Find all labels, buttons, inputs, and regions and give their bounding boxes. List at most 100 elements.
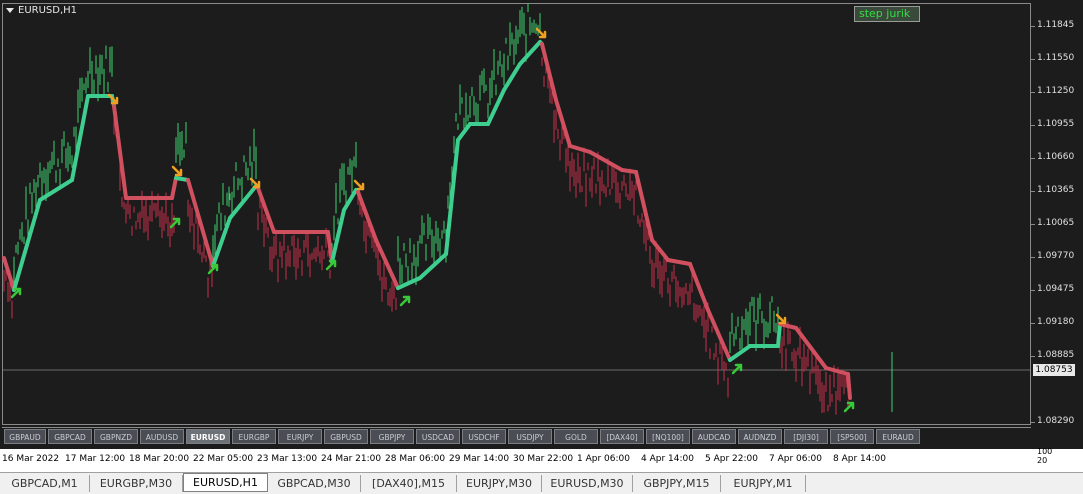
- chart-tab[interactable]: GBPJPY,M15: [633, 475, 721, 492]
- time-axis: 100 20 16 Mar 2022 17 Mar 12:00 18 Mar 20:…: [0, 447, 1083, 469]
- symbol-button-eurusd[interactable]: EURUSD: [186, 429, 230, 444]
- chart-tab[interactable]: EURJPY,M30: [457, 475, 542, 492]
- symbol-button-audcad[interactable]: AUDCAD: [692, 429, 736, 444]
- step-jurik-button[interactable]: step jurik: [854, 6, 920, 22]
- symbol-button-gbpaud[interactable]: GBPAUD: [4, 429, 46, 444]
- time-tick-label: 4 Apr 14:00: [641, 454, 694, 464]
- trend-line-down: [568, 144, 592, 154]
- price-tick-mark: [1031, 125, 1035, 126]
- price-tick-label: 1.09475: [1037, 284, 1075, 294]
- chart-tab[interactable]: [DAX40],M15: [361, 475, 457, 492]
- price-tick-label: 1.10955: [1037, 119, 1075, 129]
- trend-line-down: [846, 372, 852, 400]
- time-tick-label: 29 Mar 14:00: [449, 454, 510, 464]
- trend-line-up: [396, 276, 422, 290]
- time-tick-label: 24 Mar 21:00: [321, 454, 382, 464]
- chart-tab[interactable]: EURUSD,H1: [183, 473, 268, 492]
- chart-tab[interactable]: EURUSD,M30: [542, 475, 633, 492]
- price-bars: [3, 2, 893, 415]
- price-tick-mark: [1031, 158, 1035, 159]
- price-tick-label: 1.10365: [1037, 185, 1075, 195]
- symbol-button-gbpusd[interactable]: GBPUSD: [324, 429, 368, 444]
- buy-arrow-icon: [731, 363, 743, 375]
- symbol-button-gbpjpy[interactable]: GBPJPY: [370, 429, 414, 444]
- buy-arrow-icon: [325, 259, 337, 271]
- trend-line-up: [518, 40, 542, 66]
- price-tick-mark: [1031, 422, 1035, 423]
- volume-label-top: 100: [1037, 447, 1053, 456]
- symbol-button-gbpnzd[interactable]: GBPNZD: [94, 429, 138, 444]
- chart-window[interactable]: EURUSD,H1 step jurik 1.08753 GBPAUD GBPCA…: [0, 0, 1083, 452]
- symbol-button-euraud[interactable]: EURAUD: [876, 429, 920, 444]
- symbol-button-dji30[interactable]: [DJI30]: [784, 429, 828, 444]
- symbol-button-gold[interactable]: GOLD: [554, 429, 598, 444]
- symbol-button-eurgbp[interactable]: EURGBP: [232, 429, 276, 444]
- price-tick-mark: [1031, 323, 1035, 324]
- price-tick-mark: [1031, 59, 1035, 60]
- trend-line-up: [776, 322, 782, 348]
- symbol-button-usdchf[interactable]: USDCHF: [462, 429, 506, 444]
- symbol-button-eurjpy[interactable]: EURJPY: [278, 429, 322, 444]
- trend-line-up: [70, 94, 90, 182]
- price-tick-label: 1.08290: [1037, 416, 1075, 426]
- symbol-button-gbpcad[interactable]: GBPCAD: [48, 429, 92, 444]
- current-price-label: 1.08753: [1033, 364, 1075, 376]
- trend-line-down: [666, 258, 692, 266]
- time-tick-label: 28 Mar 06:00: [385, 454, 446, 464]
- price-tick-label: 1.11845: [1037, 20, 1075, 30]
- time-tick-label: 22 Mar 05:00: [193, 454, 254, 464]
- trend-line-down: [650, 238, 670, 262]
- chart-symbol-title[interactable]: EURUSD,H1: [6, 5, 77, 16]
- symbol-button-bar: GBPAUD GBPCAD GBPNZD AUDUSD EURUSD EURGBP EURJ…: [2, 427, 1031, 446]
- symbol-button-audnzd[interactable]: AUDNZD: [738, 429, 782, 444]
- price-tick-label: 1.09770: [1037, 251, 1075, 261]
- time-tick-label: 1 Apr 06:00: [577, 454, 630, 464]
- dropdown-triangle-icon[interactable]: [6, 7, 14, 13]
- symbol-button-usdcad[interactable]: USDCAD: [416, 429, 460, 444]
- sell-arrow-icon: [353, 179, 365, 191]
- trend-line-down: [688, 262, 710, 312]
- trend-line-up: [418, 252, 448, 280]
- time-tick-label: 16 Mar 2022: [2, 454, 60, 464]
- price-chart[interactable]: [0, 0, 1083, 452]
- trend-line-down: [170, 176, 178, 200]
- trend-line-down: [620, 168, 638, 174]
- trend-line-up: [38, 178, 74, 202]
- time-tick-label: 30 Mar 22:00: [513, 454, 574, 464]
- trend-line-down: [778, 322, 798, 330]
- time-tick-label: 5 Apr 22:00: [705, 454, 758, 464]
- buy-arrow-icon: [399, 295, 411, 307]
- chart-tab[interactable]: EURGBP,M30: [90, 475, 183, 492]
- time-tick-label: 23 Mar 13:00: [257, 454, 318, 464]
- symbol-button-usdjpy[interactable]: USDJPY: [508, 429, 552, 444]
- chart-tab-bar: GBPCAD,M1 EURGBP,M30 EURUSD,H1 GBPCAD,M30 [D…: [0, 472, 1083, 494]
- price-tick-label: 1.10065: [1037, 218, 1075, 228]
- trend-line-up: [502, 62, 522, 92]
- sell-arrow-icon: [171, 165, 183, 177]
- symbol-button-audusd[interactable]: AUDUSD: [140, 429, 184, 444]
- trend-line-down: [824, 366, 850, 376]
- buy-arrow-icon: [843, 401, 855, 413]
- chart-tab[interactable]: GBPCAD,M1: [0, 475, 90, 492]
- chart-tab[interactable]: GBPCAD,M30: [268, 475, 361, 492]
- trend-line-down: [706, 308, 732, 362]
- volume-label-bottom: 20: [1037, 456, 1048, 465]
- price-tick-mark: [1031, 191, 1035, 192]
- price-tick-mark: [1031, 257, 1035, 258]
- symbol-button-nq100[interactable]: [NQ100]: [646, 429, 690, 444]
- price-tick-mark: [1031, 224, 1035, 225]
- price-tick-label: 1.10660: [1037, 152, 1075, 162]
- chart-tab[interactable]: EURJPY,M1: [721, 475, 806, 492]
- time-tick-label: 7 Apr 06:00: [769, 454, 822, 464]
- symbol-button-dax40[interactable]: [DAX40]: [600, 429, 644, 444]
- price-tick-mark: [1031, 356, 1035, 357]
- price-tick-label: 1.11550: [1037, 53, 1075, 63]
- trend-line-down: [588, 150, 624, 172]
- trend-line-down: [374, 238, 400, 290]
- symbol-title-text: EURUSD,H1: [18, 5, 78, 16]
- time-tick-label: 18 Mar 20:00: [129, 454, 190, 464]
- symbol-button-sp500[interactable]: [SP500]: [830, 429, 874, 444]
- price-tick-mark: [1031, 92, 1035, 93]
- trend-line-down: [540, 42, 558, 102]
- time-tick-label: 8 Apr 14:00: [833, 454, 886, 464]
